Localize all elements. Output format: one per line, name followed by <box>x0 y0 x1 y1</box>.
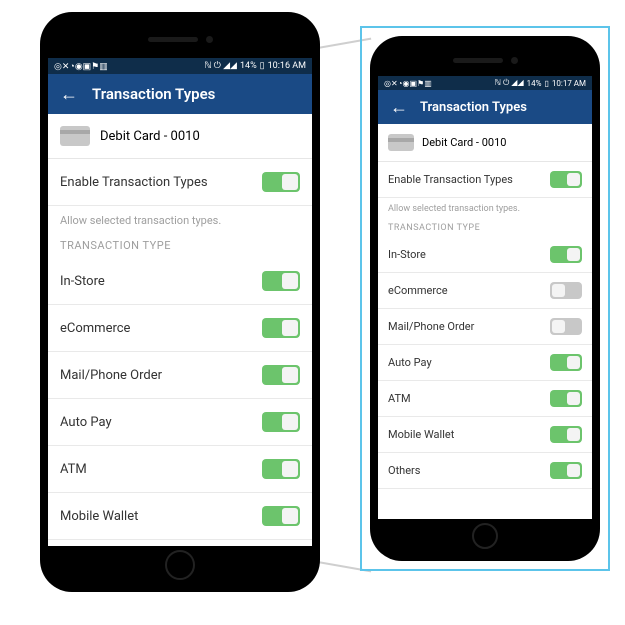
transaction-type-label: Auto Pay <box>60 415 112 430</box>
transaction-type-row: eCommerce <box>378 273 592 309</box>
battery-percent: 14% <box>527 79 542 88</box>
card-name: Debit Card - 0010 <box>422 136 506 149</box>
status-bar: ◎✕◔◉▣⚑▥ ℕ ⏻ ◢◢ 14% ▯ 10:16 AM <box>48 58 312 74</box>
transaction-type-toggle[interactable] <box>262 318 300 338</box>
transaction-type-toggle[interactable] <box>550 318 582 335</box>
transaction-type-label: Mobile Wallet <box>60 509 138 524</box>
phone-chin <box>48 546 312 584</box>
battery-icon: ▯ <box>260 61 265 71</box>
phone-earpiece <box>378 44 592 76</box>
page-title: Transaction Types <box>420 100 527 115</box>
phone-frame-left: ◎✕◔◉▣⚑▥ ℕ ⏻ ◢◢ 14% ▯ 10:16 AM ← Transact… <box>40 12 320 592</box>
transaction-type-row: eCommerce <box>48 305 312 352</box>
status-icons-right: ℕ ⏻ ◢◢ <box>204 61 237 71</box>
transaction-type-label: ATM <box>388 392 411 405</box>
transaction-types-list: In-Store eCommerce Mail/Phone Order Auto Pa… <box>378 237 592 519</box>
home-button[interactable] <box>472 523 498 549</box>
screen-right: ◎✕◔◉▣⚑▥ ℕ ⏻ ◢◢ 14% ▯ 10:17 AM ← Transact… <box>378 76 592 519</box>
master-toggle-label: Enable Transaction Types <box>388 173 513 186</box>
helper-text: Allow selected transaction types. <box>378 198 592 217</box>
card-header[interactable]: Debit Card - 0010 <box>378 124 592 162</box>
transaction-type-toggle[interactable] <box>550 426 582 443</box>
transaction-type-label: Others <box>388 464 420 477</box>
back-arrow-icon[interactable]: ← <box>390 97 408 118</box>
battery-percent: 14% <box>240 61 257 71</box>
app-bar: ← Transaction Types <box>378 90 592 124</box>
home-button[interactable] <box>165 550 195 580</box>
card-name: Debit Card - 0010 <box>100 129 200 144</box>
master-toggle[interactable] <box>262 172 300 192</box>
transaction-type-label: Mail/Phone Order <box>388 320 474 333</box>
transaction-type-label: eCommerce <box>60 321 130 336</box>
clock: 10:17 AM <box>552 79 586 88</box>
transaction-type-row: ATM <box>378 381 592 417</box>
status-icons-left: ◎✕◔◉▣⚑▥ <box>54 61 108 72</box>
master-toggle-label: Enable Transaction Types <box>60 175 208 190</box>
battery-icon: ▯ <box>544 79 548 88</box>
transaction-type-row: ATM <box>48 446 312 493</box>
status-icons-left: ◎✕◔◉▣⚑▥ <box>384 79 432 88</box>
transaction-type-toggle[interactable] <box>262 412 300 432</box>
transaction-types-list: In-Store eCommerce Mail/Phone Order Auto Pa… <box>48 258 312 546</box>
page-title: Transaction Types <box>92 85 215 103</box>
master-toggle-row: Enable Transaction Types <box>378 162 592 198</box>
phone-earpiece <box>48 20 312 58</box>
transaction-type-row: Auto Pay <box>48 399 312 446</box>
transaction-type-toggle[interactable] <box>262 271 300 291</box>
back-arrow-icon[interactable]: ← <box>60 84 78 105</box>
status-bar: ◎✕◔◉▣⚑▥ ℕ ⏻ ◢◢ 14% ▯ 10:17 AM <box>378 76 592 90</box>
transaction-type-row: In-Store <box>378 237 592 273</box>
transaction-type-label: In-Store <box>60 274 105 289</box>
status-icons-right: ℕ ⏻ ◢◢ <box>495 78 524 88</box>
transaction-type-toggle[interactable] <box>550 282 582 299</box>
transaction-type-toggle[interactable] <box>262 506 300 526</box>
phone-chin <box>378 519 592 553</box>
app-bar: ← Transaction Types <box>48 74 312 114</box>
transaction-type-label: Auto Pay <box>388 356 432 369</box>
screen-left: ◎✕◔◉▣⚑▥ ℕ ⏻ ◢◢ 14% ▯ 10:16 AM ← Transact… <box>48 58 312 546</box>
transaction-type-row: In-Store <box>48 258 312 305</box>
transaction-type-row: Mail/Phone Order <box>378 309 592 345</box>
transaction-type-toggle[interactable] <box>550 390 582 407</box>
card-icon <box>388 134 414 151</box>
master-toggle-row: Enable Transaction Types <box>48 159 312 206</box>
clock: 10:16 AM <box>268 61 306 71</box>
transaction-type-toggle[interactable] <box>550 462 582 479</box>
helper-text: Allow selected transaction types. <box>48 206 312 231</box>
transaction-type-row: Auto Pay <box>378 345 592 381</box>
card-icon <box>60 126 90 146</box>
card-header[interactable]: Debit Card - 0010 <box>48 114 312 159</box>
section-label: TRANSACTION TYPE <box>378 217 592 237</box>
phone-frame-right: ◎✕◔◉▣⚑▥ ℕ ⏻ ◢◢ 14% ▯ 10:17 AM ← Transact… <box>370 36 600 561</box>
transaction-type-label: ATM <box>60 462 87 477</box>
transaction-type-row: Mail/Phone Order <box>48 352 312 399</box>
transaction-type-toggle[interactable] <box>262 365 300 385</box>
transaction-type-label: eCommerce <box>388 284 448 297</box>
transaction-type-row: Mobile Wallet <box>378 417 592 453</box>
transaction-type-row: Others <box>378 453 592 489</box>
transaction-type-label: Mail/Phone Order <box>60 368 162 383</box>
transaction-type-toggle[interactable] <box>550 354 582 371</box>
section-label: TRANSACTION TYPE <box>48 231 312 258</box>
transaction-type-toggle[interactable] <box>550 246 582 263</box>
transaction-type-label: In-Store <box>388 248 426 261</box>
transaction-type-toggle[interactable] <box>262 459 300 479</box>
master-toggle[interactable] <box>550 171 582 188</box>
transaction-type-label: Mobile Wallet <box>388 428 454 441</box>
transaction-type-row: Mobile Wallet <box>48 493 312 540</box>
